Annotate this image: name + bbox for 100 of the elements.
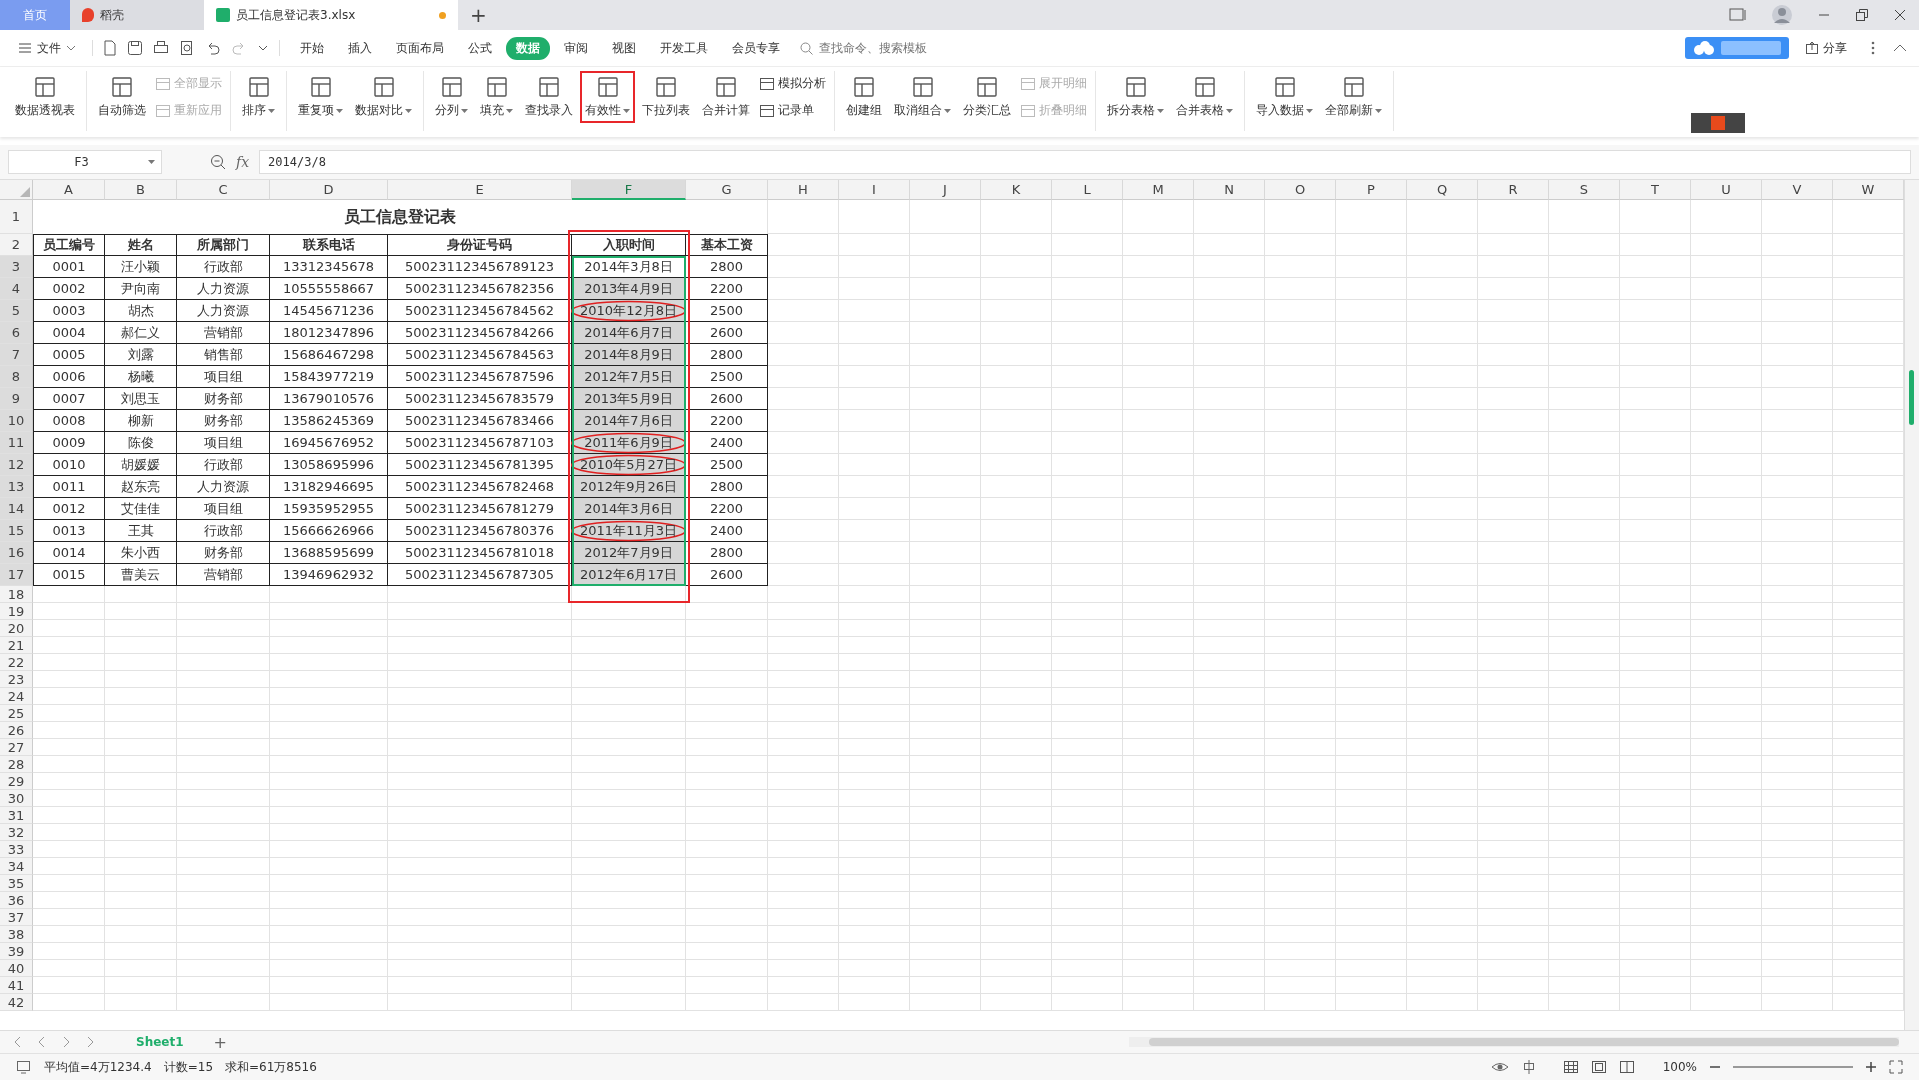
column-header[interactable]: I [839, 180, 910, 200]
page-break-icon[interactable] [1618, 1060, 1635, 1074]
row-header[interactable]: 16 [0, 542, 33, 564]
ribbon-button[interactable]: 模拟分析 [757, 73, 828, 94]
column-header[interactable]: K [981, 180, 1052, 200]
print-icon[interactable] [153, 40, 169, 56]
row-header[interactable]: 37 [0, 909, 33, 926]
row-header[interactable]: 19 [0, 603, 33, 620]
menu-tab[interactable]: 开发工具 [650, 36, 718, 60]
column-header[interactable]: B [105, 180, 177, 200]
close-icon[interactable] [1893, 8, 1907, 22]
ribbon-button[interactable]: 重复项 [293, 71, 348, 123]
row-header[interactable]: 20 [0, 620, 33, 637]
ribbon-button[interactable]: 分列 [430, 71, 473, 123]
row-header[interactable]: 6 [0, 322, 33, 344]
preview-icon[interactable] [179, 40, 195, 56]
row-header[interactable]: 33 [0, 841, 33, 858]
zoom-icon[interactable] [210, 154, 226, 170]
caret-icon[interactable] [257, 43, 269, 53]
ribbon-button[interactable]: 合并计算 [697, 71, 755, 123]
monitor-icon[interactable] [16, 1060, 32, 1074]
column-header[interactable]: P [1336, 180, 1407, 200]
row-header[interactable]: 3 [0, 256, 33, 278]
row-header[interactable]: 21 [0, 637, 33, 654]
column-header[interactable]: D [270, 180, 388, 200]
row-header[interactable]: 38 [0, 926, 33, 943]
ribbon-button[interactable]: 拆分表格 [1102, 71, 1169, 123]
menu-tab[interactable]: 公式 [458, 36, 502, 60]
ribbon-button[interactable]: 记录单 [757, 100, 828, 121]
document-icon[interactable] [103, 40, 117, 56]
zoom-in-icon[interactable] [1865, 1061, 1877, 1073]
row-header[interactable]: 39 [0, 943, 33, 960]
document-tab[interactable]: 员工信息登记表3.xlsx [204, 0, 458, 30]
column-header[interactable]: L [1052, 180, 1123, 200]
row-header[interactable]: 41 [0, 977, 33, 994]
ribbon-button[interactable]: 分类汇总 [958, 71, 1016, 123]
row-header[interactable]: 18 [0, 586, 33, 603]
ribbon-button[interactable]: 导入数据 [1251, 71, 1318, 123]
add-sheet-button[interactable]: + [207, 1031, 233, 1053]
ribbon-button[interactable]: 查找录入 [520, 71, 578, 123]
row-header[interactable]: 2 [0, 234, 33, 256]
row-header[interactable]: 13 [0, 476, 33, 498]
document-tab[interactable]: 稻壳 [70, 0, 204, 30]
row-header[interactable]: 5 [0, 300, 33, 322]
file-menu[interactable]: 文件 [12, 38, 82, 58]
search-field[interactable]: 查找命令、搜索模板 [800, 40, 961, 56]
column-header[interactable]: F [572, 180, 686, 200]
column-header[interactable]: A [33, 180, 105, 200]
row-header[interactable]: 11 [0, 432, 33, 454]
menu-tab[interactable]: 页面布局 [386, 36, 454, 60]
share-button[interactable]: 分享 [1799, 38, 1853, 58]
row-header[interactable]: 24 [0, 688, 33, 705]
more-icon[interactable] [1871, 41, 1875, 55]
row-header[interactable]: 12 [0, 454, 33, 476]
ribbon-button[interactable]: 数据对比 [350, 71, 417, 123]
normal-view-icon[interactable] [1562, 1060, 1579, 1074]
row-header[interactable]: 28 [0, 756, 33, 773]
ribbon-button[interactable]: 排序 [237, 71, 280, 123]
formula-field[interactable]: 2014/3/8 [259, 150, 1911, 174]
row-header[interactable]: 1 [0, 200, 33, 234]
row-header[interactable]: 15 [0, 520, 33, 542]
row-header[interactable]: 42 [0, 994, 33, 1011]
row-header[interactable]: 22 [0, 654, 33, 671]
vertical-scrollbar[interactable] [1904, 180, 1919, 1030]
ribbon-button[interactable]: 合并表格 [1171, 71, 1238, 123]
eye-icon[interactable] [1490, 1060, 1509, 1074]
input-method-bar[interactable] [1691, 113, 1745, 133]
collapse-icon[interactable] [1893, 43, 1907, 53]
ribbon-button[interactable]: 创建组 [841, 71, 887, 123]
column-header[interactable]: R [1478, 180, 1549, 200]
horizontal-scrollbar[interactable] [1129, 1037, 1899, 1047]
row-header[interactable]: 17 [0, 564, 33, 586]
row-header[interactable]: 32 [0, 824, 33, 841]
column-header[interactable]: J [910, 180, 981, 200]
menu-tab[interactable]: 视图 [602, 36, 646, 60]
ribbon-button[interactable]: 填充 [475, 71, 518, 123]
fullscreen-icon[interactable] [1889, 1060, 1903, 1074]
row-header[interactable]: 27 [0, 739, 33, 756]
column-header[interactable]: W [1833, 180, 1904, 200]
ribbon-button[interactable]: 自动筛选 [93, 71, 151, 123]
ribbon-button[interactable]: 全部刷新 [1320, 71, 1387, 123]
page-layout-icon[interactable] [1590, 1060, 1607, 1074]
upload-popup[interactable] [1685, 37, 1789, 59]
column-header[interactable]: M [1123, 180, 1194, 200]
row-header[interactable]: 30 [0, 790, 33, 807]
row-header[interactable]: 8 [0, 366, 33, 388]
column-header[interactable]: C [177, 180, 270, 200]
row-header[interactable]: 14 [0, 498, 33, 520]
new-tab-button[interactable]: + [458, 0, 499, 30]
row-header[interactable]: 25 [0, 705, 33, 722]
column-header[interactable]: Q [1407, 180, 1478, 200]
column-header[interactable]: T [1620, 180, 1691, 200]
column-header[interactable]: U [1691, 180, 1762, 200]
zoom-level[interactable]: 100% [1662, 1060, 1697, 1074]
name-box[interactable]: F3 [8, 150, 162, 174]
row-header[interactable]: 10 [0, 410, 33, 432]
column-header[interactable]: G [686, 180, 768, 200]
column-header[interactable]: S [1549, 180, 1620, 200]
column-header[interactable]: V [1762, 180, 1833, 200]
row-header[interactable]: 34 [0, 858, 33, 875]
